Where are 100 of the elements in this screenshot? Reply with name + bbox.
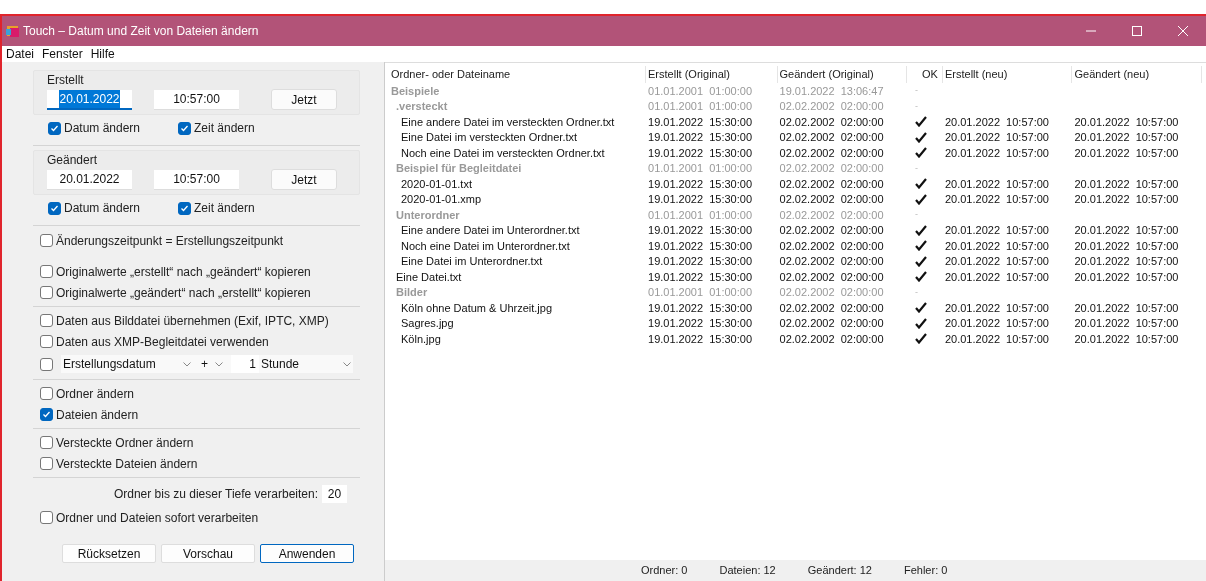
date-field[interactable]: 20.01.2022 — [47, 169, 132, 190]
unit-dropdown[interactable]: Stunde — [259, 355, 353, 373]
column-header[interactable]: Erstellt (Original) — [646, 66, 778, 83]
modified-original: 02.02.2002 02:00:00 — [779, 286, 884, 298]
menu-item[interactable]: Datei — [2, 45, 38, 63]
sign-dropdown[interactable]: + — [193, 355, 231, 373]
checkbox[interactable] — [40, 408, 53, 421]
file-name[interactable]: Sagres.jpg — [401, 317, 454, 329]
checkbox[interactable] — [40, 314, 53, 327]
created-new: 20.01.2022 10:57:00 — [944, 255, 1049, 267]
column-header[interactable]: Erstellt (neu) — [942, 66, 1073, 83]
status-dash: - — [915, 99, 919, 113]
created-original: 01.01.2001 01:00:00 — [648, 162, 752, 174]
chevron-icon — [183, 361, 191, 367]
checkbox-label: Daten aus Bilddatei übernehmen (Exif, IPTC, XMP) — [56, 312, 329, 330]
modified-original: 02.02.2002 02:00:00 — [779, 100, 884, 112]
checkbox[interactable] — [40, 335, 53, 348]
modified-new: 20.01.2022 10:57:00 — [1074, 131, 1179, 143]
date-field[interactable]: 20.01.2022 — [47, 89, 132, 110]
menu-item[interactable]: Hilfe — [86, 45, 119, 63]
file-name[interactable]: Eine Datei.txt — [396, 270, 462, 283]
amount-field[interactable]: 1 — [231, 355, 259, 373]
checkbox[interactable] — [48, 121, 61, 135]
created-original: 01.01.2001 01:00:00 — [648, 100, 752, 112]
status-dash: - — [915, 84, 919, 97]
depth-field[interactable]: 20 — [322, 485, 347, 503]
file-name[interactable]: 2020-01-01.xmp — [401, 193, 482, 205]
checkbox[interactable] — [40, 457, 53, 470]
time-field[interactable]: 10:57:00 — [154, 89, 239, 110]
window-title: Touch – Datum und Zeit von Dateien ändern — [23, 23, 259, 40]
checkbox[interactable] — [40, 234, 53, 247]
depth-label: Ordner bis zu dieser Tiefe verarbeiten: — [113, 486, 318, 503]
checkbox[interactable] — [40, 436, 53, 449]
column-header[interactable]: OK — [907, 66, 943, 83]
modified-original: 02.02.2002 02:00:00 — [779, 131, 884, 143]
status-text: Fehler: 0 — [903, 563, 948, 579]
checkmark-icon — [50, 123, 59, 133]
checkbox-label: Änderungszeitpunkt = Erstellungszeitpunkt — [56, 232, 284, 250]
created-new: 20.01.2022 10:57:00 — [944, 177, 1049, 190]
modified-original: 02.02.2002 02:00:00 — [779, 239, 884, 252]
modified-new: 20.01.2022 10:57:00 — [1074, 317, 1179, 329]
file-name[interactable]: Noch eine Datei im versteckten Ordner.txt — [401, 146, 605, 159]
modified-original: 02.02.2002 02:00:00 — [779, 332, 884, 345]
checkmark-icon — [42, 410, 51, 419]
file-name[interactable]: Eine andere Datei im versteckten Ordner.txt — [401, 115, 615, 128]
checkbox-label: Zeit ändern — [194, 200, 255, 217]
modified-original: 02.02.2002 02:00:00 — [779, 193, 884, 205]
status-text: Dateien: 12 — [719, 563, 776, 579]
app-icon — [6, 24, 20, 38]
group-title: Geändert — [47, 152, 99, 169]
modified-original: 02.02.2002 02:00:00 — [779, 115, 884, 128]
date-type-dropdown[interactable]: Erstellungsdatum — [61, 355, 193, 373]
modified-new: 20.01.2022 10:57:00 — [1074, 270, 1179, 283]
checkbox-label: Ordner ändern — [56, 385, 135, 403]
created-original: 19.01.2022 15:30:00 — [648, 270, 752, 283]
created-original: 19.01.2022 15:30:00 — [648, 239, 752, 252]
menu-item[interactable]: Fenster — [38, 45, 87, 63]
action-button[interactable]: Vorschau — [161, 544, 255, 563]
checkbox-label: Daten aus XMP-Begleitdatei verwenden — [56, 333, 269, 351]
created-original: 01.01.2001 01:00:00 — [648, 208, 752, 221]
checkbox[interactable] — [178, 201, 191, 215]
status-text: Geändert: 12 — [807, 563, 872, 579]
file-name[interactable]: Köln.jpg — [401, 332, 441, 345]
checkbox[interactable] — [178, 121, 191, 135]
column-header[interactable]: Geändert (Original) — [777, 66, 908, 83]
now-button[interactable]: Jetzt — [271, 89, 337, 110]
modified-original: 02.02.2002 02:00:00 — [779, 270, 884, 283]
modified-new: 20.01.2022 10:57:00 — [1074, 177, 1179, 190]
created-original: 19.01.2022 15:30:00 — [648, 332, 752, 345]
checkbox[interactable] — [40, 387, 53, 400]
file-name[interactable]: Köln ohne Datum & Uhrzeit.jpg — [401, 301, 553, 314]
action-button[interactable]: Rücksetzen — [62, 544, 156, 563]
file-name[interactable]: 2020-01-01.txt — [401, 177, 472, 190]
action-button[interactable]: Anwenden — [260, 544, 354, 563]
checkbox[interactable] — [40, 511, 53, 524]
checkbox[interactable] — [40, 286, 53, 299]
modified-original: 02.02.2002 02:00:00 — [779, 146, 884, 159]
modified-new: 20.01.2022 10:57:00 — [1074, 115, 1179, 128]
file-name[interactable]: Noch eine Datei im Unterordner.txt — [401, 239, 570, 252]
checkbox[interactable] — [40, 357, 53, 371]
checkbox[interactable] — [48, 201, 61, 215]
modified-new: 20.01.2022 10:57:00 — [1074, 224, 1179, 236]
modified-new: 20.01.2022 10:57:00 — [1074, 146, 1179, 159]
file-name[interactable]: Eine Datei im Unterordner.txt — [401, 255, 543, 267]
checkbox[interactable] — [40, 265, 53, 278]
status-dash: - — [915, 208, 919, 221]
created-new: 20.01.2022 10:57:00 — [944, 317, 1049, 329]
created-new: 20.01.2022 10:57:00 — [944, 146, 1049, 159]
created-original: 01.01.2001 01:00:00 — [648, 286, 752, 298]
column-header[interactable]: Ordner- oder Dateiname — [389, 66, 647, 83]
created-original: 19.01.2022 15:30:00 — [648, 193, 752, 205]
column-header[interactable]: Geändert (neu) — [1072, 66, 1202, 83]
modified-original: 02.02.2002 02:00:00 — [779, 255, 884, 267]
file-name[interactable]: Eine andere Datei im Unterordner.txt — [401, 224, 580, 236]
checkmark-icon — [180, 123, 189, 133]
now-button[interactable]: Jetzt — [271, 169, 337, 190]
created-original: 19.01.2022 15:30:00 — [648, 146, 752, 159]
file-name[interactable]: Eine Datei im versteckten Ordner.txt — [401, 131, 578, 143]
status-text: Ordner: 0 — [641, 563, 688, 579]
time-field[interactable]: 10:57:00 — [154, 169, 239, 190]
